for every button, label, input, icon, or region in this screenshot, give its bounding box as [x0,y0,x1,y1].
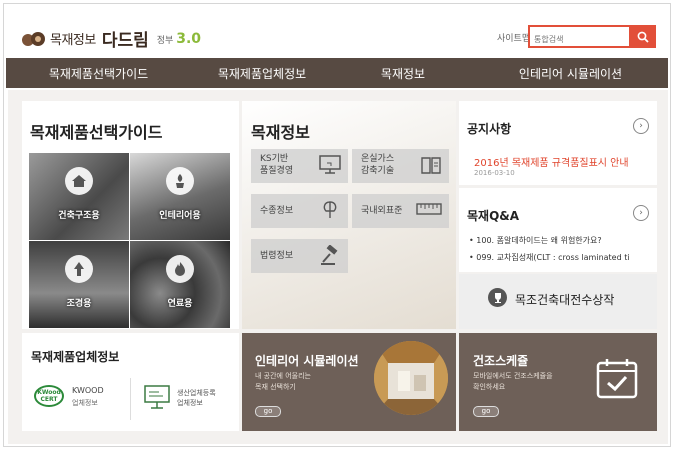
page-frame: 목재정보 다드림 정부 3.0 사이트맵 목재제품선택가이드 목재제품업체정보 … [3,3,671,447]
notice-item-date: 2016-03-10 [474,169,515,177]
interior-title: 인테리어 시뮬레이션 [255,354,359,368]
search-input[interactable] [530,30,630,49]
button-label: 법령정보 [260,251,294,261]
interior-desc-line: 목재 선택하기 [255,383,296,391]
ruler-icon [416,203,442,215]
tile-landscape[interactable]: 조경용 [29,241,129,328]
monitor-icon [319,155,341,174]
sitemap-link[interactable]: 사이트맵 [497,31,530,44]
producer-register-link[interactable]: 생산업체등록 업체정보 [177,388,216,408]
logo-wood-icon [22,30,46,48]
nav-item-interior[interactable]: 인테리어 시뮬레이션 [473,58,668,88]
search-button[interactable] [629,25,656,48]
award-label: 목조건축대전수상작 [515,293,615,307]
guide-panel: 목재제품선택가이드 건축구조용 인테리어용 조경용 연료용 [22,101,239,329]
nav-item-woodinfo[interactable]: 목재정보 [333,58,473,88]
woodinfo-panel: 목재정보 KS기반 품질경영 온실가스 감축기술 수종정보 국내외표준 법령정보 [242,101,456,329]
schedule-go-button[interactable]: go [473,406,499,417]
interior-go-button[interactable]: go [255,406,281,417]
company-title: 목재제품업체정보 [31,350,120,364]
law-info-button[interactable]: 법령정보 [251,239,348,273]
ghg-reduction-button[interactable]: 온실가스 감축기술 [352,149,449,183]
tile-fuel[interactable]: 연료용 [130,241,230,328]
kwood-cert-logo[interactable]: KWood CERT [34,385,64,407]
logo-text: 목재정보 [50,33,96,48]
schedule-desc: 모바일에서도 건조스케쥴을 확인하세요 [473,371,553,393]
notice-title: 공지사항 [467,122,512,136]
kwood-cert-text-bottom: CERT [40,396,58,403]
logo-version-prefix: 정부 [156,35,174,46]
trophy-icon [488,288,507,307]
interior-desc: 내 공간에 어울리는 목재 선택하기 [255,371,311,393]
qa-panel: 목재Q&A › • 100. 폼알데하이드는 왜 위험한가요? • 099. 교… [459,188,657,272]
interior-room-image [374,341,448,415]
calendar-check-icon [596,359,638,399]
button-label: 온실가스 감축기술 [361,154,395,176]
qa-item-link[interactable]: • 099. 교차집성재(CLT : cross laminated ti [469,252,644,263]
tile-label: 인테리어용 [159,211,201,221]
search-box [528,25,656,49]
woodinfo-title: 목재정보 [251,123,310,142]
flame-icon [166,255,194,283]
qa-more-button[interactable]: › [633,205,649,221]
schedule-title: 건조스케쥴 [473,354,529,368]
ks-quality-button[interactable]: KS기반 품질경영 [251,149,348,183]
book-icon [421,157,441,174]
chevron-right-icon: › [639,208,643,218]
divider [130,378,131,420]
gavel-icon [321,245,338,265]
producer-info-label: 업체정보 [177,399,203,407]
schedule-desc-line: 확인하세요 [473,383,506,391]
tile-label: 조경용 [66,299,92,309]
tile-interior[interactable]: 인테리어용 [130,153,230,240]
plant-icon [166,167,194,195]
guide-tiles: 건축구조용 인테리어용 조경용 연료용 [29,153,230,329]
interior-panel[interactable]: 인테리어 시뮬레이션 내 공간에 어울리는 목재 선택하기 go [242,333,456,431]
tree-info-icon [323,201,337,218]
presentation-board-icon[interactable] [143,384,171,410]
site-logo[interactable]: 목재정보 다드림 정부 3.0 [22,26,201,51]
award-banner[interactable]: 목조건축대전수상작 [459,274,657,329]
button-label: KS기반 품질경영 [260,154,294,176]
tile-label: 건축구조용 [58,211,100,221]
company-panel: 목재제품업체정보 KWood CERT KWOOD 업체정보 생산업체등록 업체정… [22,333,239,431]
chevron-right-icon: › [639,121,643,131]
main-nav: 목재제품선택가이드 목재제품업체정보 목재정보 인테리어 시뮬레이션 [6,58,668,88]
schedule-panel[interactable]: 건조스케쥴 모바일에서도 건조스케쥴을 확인하세요 go [459,333,657,431]
nav-item-guide[interactable]: 목재제품선택가이드 [6,58,191,88]
notice-more-button[interactable]: › [633,118,649,134]
schedule-desc-line: 모바일에서도 건조스케쥴을 [473,372,553,380]
kwood-cert-text-top: KWood [37,389,61,396]
qa-title: 목재Q&A [467,209,520,223]
notice-panel: 공지사항 › 2016년 목재제품 규격품질표시 안내 2016-03-10 [459,101,657,185]
kwood-link[interactable]: KWOOD [72,386,104,395]
notice-item-link[interactable]: 2016년 목재제품 규격품질표시 안내 [474,154,629,169]
button-label: 수종정보 [260,206,294,216]
content-area: 목재제품선택가이드 건축구조용 인테리어용 조경용 연료용 목재정보 KS기반 … [8,90,668,444]
logo-version-number: 3.0 [176,30,202,47]
producer-register-label: 생산업체등록 [177,389,216,397]
nav-item-company[interactable]: 목재제품업체정보 [191,58,333,88]
kwood-sub-label: 업체정보 [72,399,98,407]
house-icon [65,167,93,195]
interior-desc-line: 내 공간에 어울리는 [255,372,311,380]
button-label: 국내외표준 [361,206,403,216]
tile-structure[interactable]: 건축구조용 [29,153,129,240]
logo-title: 다드림 [101,31,149,51]
logo-version: 정부 3.0 [157,31,201,47]
guide-title: 목재제품선택가이드 [30,123,163,142]
search-icon [637,31,649,43]
species-info-button[interactable]: 수종정보 [251,194,348,228]
qa-item-link[interactable]: • 100. 폼알데하이드는 왜 위험한가요? [469,235,644,246]
kwood-cert-text: KWood CERT [37,389,61,403]
standards-button[interactable]: 국내외표준 [352,194,449,228]
tree-icon [65,255,93,283]
tile-label: 연료용 [167,299,193,309]
